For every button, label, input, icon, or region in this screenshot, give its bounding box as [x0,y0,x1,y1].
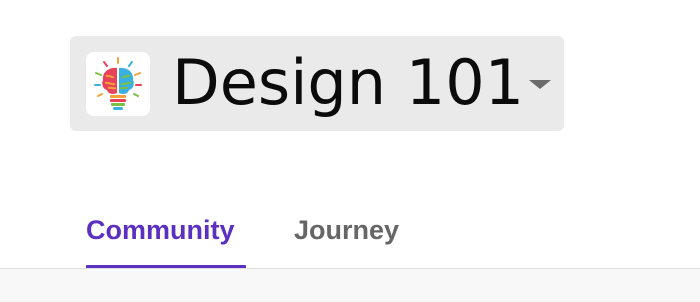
page: Design 101 Community Journey [0,0,700,302]
lightbulb-brain-logo-icon [94,57,142,110]
group-name: Design 101 [172,46,525,119]
caret-down-icon [529,80,551,89]
tab-bar: Community Journey [0,200,700,270]
tab-journey[interactable]: Journey [294,214,399,246]
group-switcher-button[interactable]: Design 101 [70,36,564,131]
content-area [0,269,700,302]
tab-community[interactable]: Community [86,214,235,246]
group-logo [86,52,150,116]
